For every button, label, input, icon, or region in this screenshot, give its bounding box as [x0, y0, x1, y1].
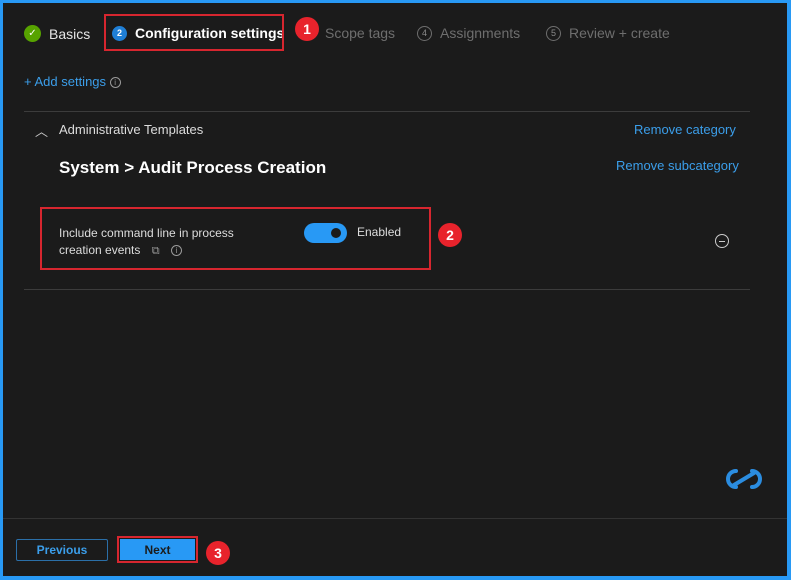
wizard-panel: ✓ Basics 2 Configuration settings 1 Scop…: [3, 3, 787, 576]
enabled-toggle[interactable]: [304, 223, 347, 243]
category-title: Administrative Templates: [59, 122, 204, 137]
toggle-knob: [331, 228, 341, 238]
step-4-icon: 4: [417, 25, 432, 41]
collapse-chevron-icon[interactable]: ︿: [35, 121, 48, 140]
previous-button[interactable]: Previous: [16, 539, 108, 561]
callout-1: 1: [295, 17, 319, 41]
info-icon[interactable]: i: [109, 77, 121, 89]
tab-scope-tags[interactable]: Scope tags: [325, 25, 395, 41]
windows-icon: ⧉: [151, 245, 160, 257]
add-settings-label: + Add settings: [24, 74, 107, 89]
callout-2: 2: [438, 223, 462, 247]
check-icon: ✓: [24, 25, 41, 42]
step-5-icon: 5: [546, 25, 561, 41]
add-settings-link[interactable]: + Add settings i: [24, 74, 121, 89]
htmd-logo: [719, 467, 769, 496]
divider: [24, 289, 750, 290]
tab-label: Assignments: [440, 25, 521, 41]
next-button[interactable]: Next: [120, 539, 195, 560]
info-icon[interactable]: i: [170, 245, 182, 257]
tab-label: Review + create: [569, 25, 670, 41]
setting-label-line: creation events: [59, 243, 141, 257]
divider: [24, 111, 750, 112]
tab-assignments[interactable]: 4 Assignments: [417, 25, 520, 41]
setting-label: Include command line in process creation…: [59, 225, 234, 260]
tab-label: Basics: [49, 25, 91, 42]
highlight-box-1: [104, 14, 284, 51]
setting-label-line: Include command line in process: [59, 226, 234, 240]
remove-subcategory-link[interactable]: Remove subcategory: [616, 158, 739, 173]
footer-divider: [3, 518, 787, 519]
tab-label: Scope tags: [325, 25, 396, 41]
subcategory-title: System > Audit Process Creation: [59, 158, 327, 177]
remove-category-link[interactable]: Remove category: [634, 122, 736, 137]
toggle-state-label: Enabled: [357, 225, 402, 239]
remove-setting-icon[interactable]: [715, 234, 729, 248]
tab-review-create[interactable]: 5 Review + create: [546, 25, 670, 41]
tab-basics[interactable]: ✓ Basics: [24, 25, 90, 42]
logo-icon: [726, 469, 762, 489]
callout-3: 3: [206, 541, 230, 565]
